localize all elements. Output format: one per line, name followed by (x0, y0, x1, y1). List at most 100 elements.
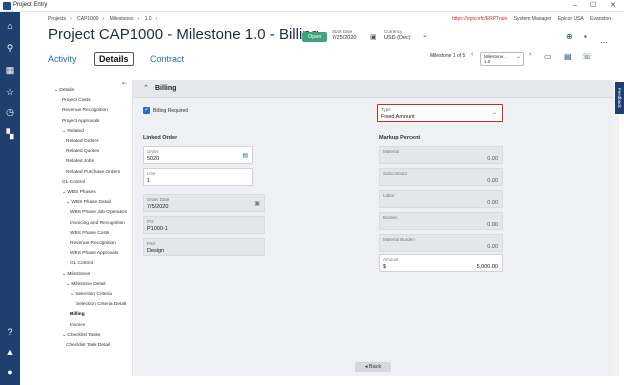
tree-item[interactable]: GL Control (62, 180, 85, 185)
tree-item[interactable]: ⌄ Milestones (62, 272, 90, 277)
tree-item[interactable]: Checklist Task Detail (66, 343, 110, 348)
next-icon[interactable]: › (529, 51, 531, 58)
tree-item[interactable]: Project Approvals (62, 119, 99, 124)
search-icon[interactable]: ⚲ (4, 42, 16, 54)
tree-item[interactable]: Invoice (70, 323, 85, 328)
order-date-value: 7/5/2020 (147, 204, 169, 210)
tab-contract[interactable]: Contract (150, 54, 184, 64)
star-icon[interactable]: ☆ (4, 86, 16, 98)
billing-required-checkbox[interactable]: ✓ (143, 107, 150, 114)
tree-item[interactable]: ⌄ Related (62, 129, 84, 134)
tree-item[interactable]: Related Quotes (66, 149, 99, 154)
po-label: PO (147, 219, 154, 224)
milestone-select-value: 1.0 (484, 59, 491, 64)
amount-field[interactable]: Amount $ 5,000.00 (379, 254, 503, 272)
user-role: System Manager (513, 16, 552, 22)
tree-item[interactable]: WBS Phase Costs (70, 231, 109, 236)
calendar-icon[interactable]: ▣ (370, 33, 377, 41)
amount-currency: $ (383, 264, 387, 270)
tree-item[interactable]: Selection Criteria Detail (76, 302, 126, 307)
linked-order-title: Linked Order (143, 135, 178, 141)
breadcrumb-milestones[interactable]: Milestones (110, 16, 134, 22)
vertical-scrollbar[interactable] (613, 80, 619, 376)
tree-item[interactable]: WBS Phase Approvals (70, 251, 118, 256)
card-icon[interactable]: ▤ (564, 52, 572, 61)
minimize-button[interactable]: – (568, 1, 582, 11)
company-name[interactable]: Epicor USA (558, 16, 584, 22)
tab-activity[interactable]: Activity (48, 54, 77, 64)
tree-item[interactable]: Related Purchase Orders (66, 170, 120, 175)
breadcrumb-milestone[interactable]: 1.0 (145, 16, 152, 22)
tree-item[interactable]: Revenue Recognition (70, 241, 116, 246)
section-header[interactable]: ⌃ Billing (133, 80, 613, 98)
page-header: Projects › CAP1000 › Milestones › 1.0 › http… (20, 12, 624, 82)
tree-item[interactable]: ⌄ WBS Phases (62, 190, 96, 195)
server-url: https://epicorfc/ERPTrain (451, 16, 508, 22)
more-icon[interactable]: ⋯ (600, 38, 608, 47)
bell-icon[interactable]: ▲ (4, 346, 16, 358)
feedback-tab[interactable]: Feedback (615, 82, 624, 114)
type-value: Fixed Amount (381, 114, 415, 120)
add-icon[interactable]: ⊕ (566, 32, 573, 41)
material-value: 0.00 (487, 156, 498, 162)
page-title: Project CAP1000 - Milestone 1.0 - Billin… (48, 26, 319, 43)
tree-item[interactable]: ⌄ Milestone Detail (66, 282, 105, 287)
tree-item[interactable]: ⌄ Checklist Tasks (62, 333, 100, 338)
tab-details[interactable]: Details (94, 52, 134, 66)
currency-value: USD (Dec) (384, 35, 411, 41)
section-title: Billing (155, 85, 177, 92)
subcontract-label: Subcontract (383, 171, 408, 176)
breadcrumb: Projects › CAP1000 › Milestones › 1.0 › (48, 16, 161, 22)
back-button[interactable]: ◂ Back (355, 362, 391, 372)
start-date-label: Start Date (332, 29, 353, 34)
tree-item[interactable]: ⌄ Selection Criteria (70, 292, 112, 297)
window-titlebar: Project Entry – ☐ ✕ (0, 0, 624, 12)
calendar-icon: ▣ (254, 201, 260, 207)
currency-field[interactable]: Currency USD (Dec) (384, 29, 411, 41)
order-field[interactable]: Order 5020 ▤ (143, 146, 253, 164)
home-icon[interactable]: ⌂ (4, 20, 16, 32)
chevron-down-icon[interactable]: ⌄ (422, 31, 428, 39)
tree-item[interactable]: Related Orders (66, 139, 99, 144)
dashboard-icon[interactable]: ▚ (4, 128, 16, 140)
labor-label: Labor (383, 193, 395, 198)
tree-item[interactable]: Project Costs (62, 98, 91, 103)
grid-icon[interactable]: ▦ (4, 64, 16, 76)
tree-item[interactable]: ⌄ WBS Phase Detail (66, 200, 111, 205)
tree-item[interactable]: Revenue Recognition (62, 108, 108, 113)
status-badge: Open (302, 32, 328, 42)
site-name[interactable]: Evanston (590, 16, 611, 22)
tree-item[interactable]: Related Jobs (66, 159, 94, 164)
start-date-field: Start Date 7/25/2020 (332, 29, 356, 41)
maximize-button[interactable]: ☐ (586, 1, 600, 11)
breadcrumb-project[interactable]: CAP1000 (77, 16, 98, 22)
tree-item[interactable]: Billing (70, 312, 85, 317)
subcontract-field: Subcontract 0.00 (379, 168, 503, 186)
labor-field: Labor 0.00 (379, 190, 503, 208)
type-dropdown[interactable]: Type Fixed Amount ⌄ (377, 104, 503, 122)
tree-item[interactable]: Invoicing and Recognition (70, 221, 125, 226)
tree-item[interactable]: WBS Phase Job Operation (70, 210, 127, 215)
breadcrumb-projects[interactable]: Projects (48, 16, 66, 22)
chevron-up-icon[interactable]: ⌃ (143, 84, 149, 92)
help-icon[interactable]: ? (4, 326, 16, 338)
tree-item[interactable]: ⌄ Details (54, 88, 74, 93)
subcontract-value: 0.00 (487, 178, 498, 184)
tree-item[interactable]: GL Control (70, 261, 93, 266)
chevron-down-icon[interactable]: ⌄ (492, 109, 497, 116)
app-icon (3, 2, 11, 10)
phone-icon[interactable]: ☏ (582, 52, 592, 61)
previous-icon[interactable]: ‹ (471, 51, 473, 58)
material-burden-label: Material Burden (383, 237, 415, 242)
document-icon[interactable]: ▤ (242, 152, 248, 159)
document-icon[interactable]: ▭ (544, 52, 552, 61)
user-icon[interactable]: ● (4, 366, 16, 378)
material-burden-field: Material Burden 0.00 (379, 234, 503, 252)
collapse-panel-icon[interactable]: ⇤ (122, 80, 127, 87)
line-field[interactable]: Line 1 (143, 168, 253, 186)
back-button-label: Back (369, 364, 382, 370)
close-button[interactable]: ✕ (606, 1, 620, 11)
chevron-down-icon[interactable]: ⌄ (516, 53, 521, 60)
history-icon[interactable]: ◷ (4, 106, 16, 118)
save-icon[interactable]: ▪ (584, 32, 587, 41)
